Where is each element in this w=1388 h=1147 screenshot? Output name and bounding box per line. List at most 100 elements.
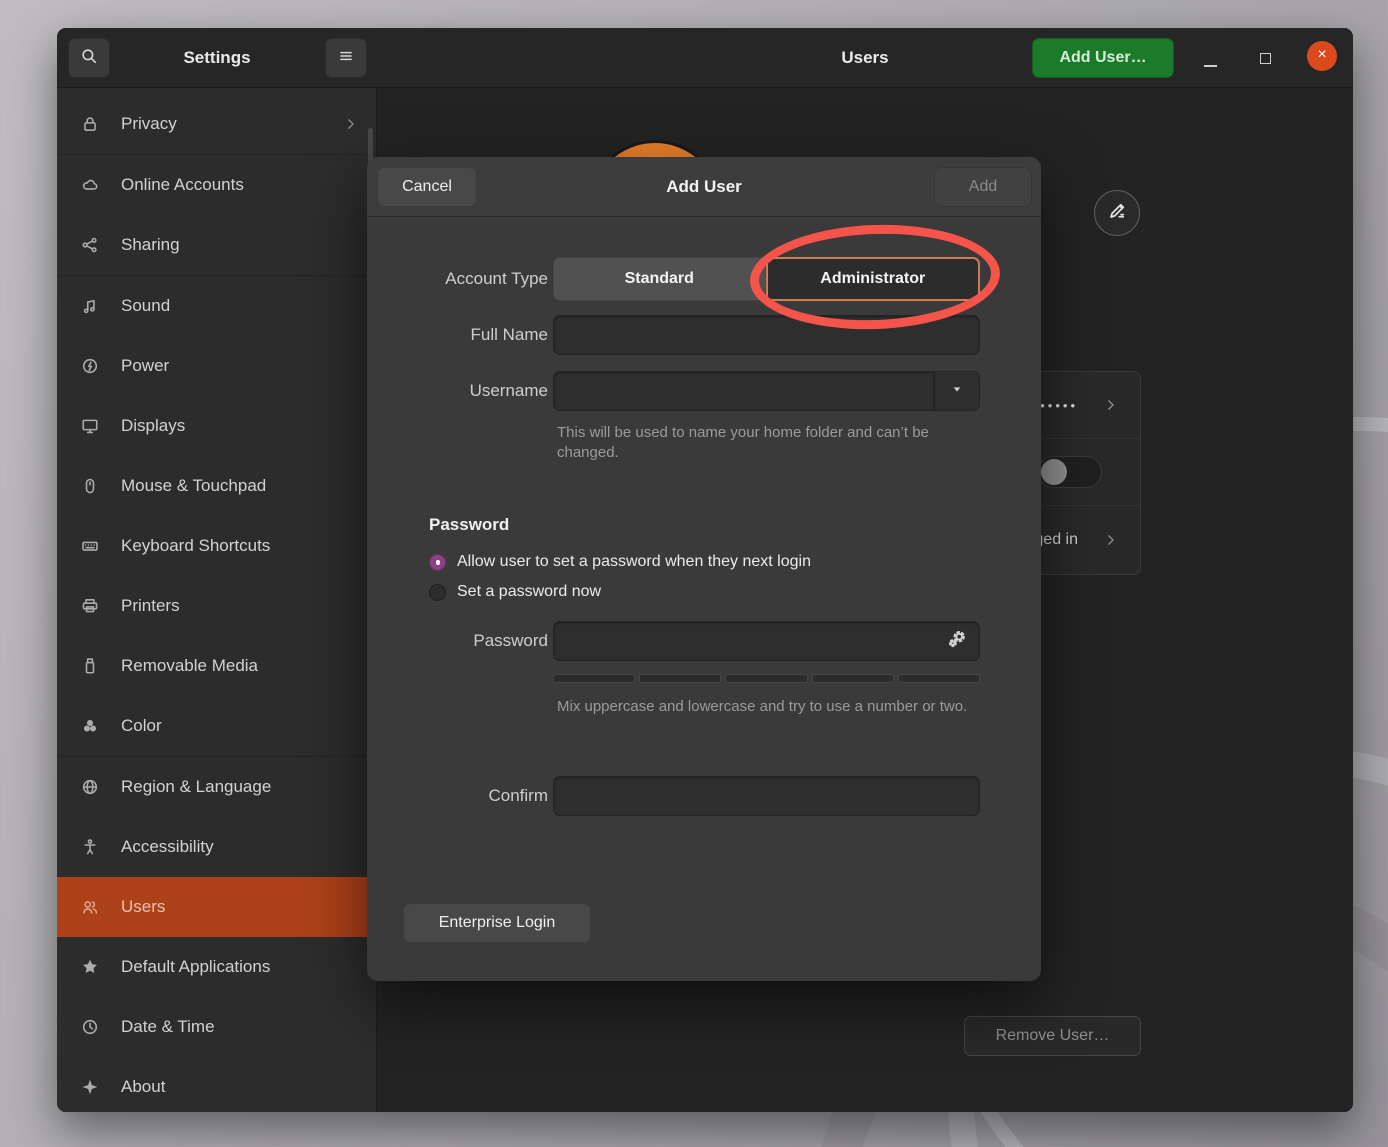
dropdown-arrow-icon bbox=[950, 382, 964, 401]
maximize-button[interactable] bbox=[1260, 53, 1271, 64]
sidebar-item-removable-media[interactable]: Removable Media bbox=[57, 636, 376, 696]
toggle-knob bbox=[1041, 459, 1067, 485]
username-field[interactable] bbox=[553, 371, 934, 411]
page-title: Users bbox=[377, 28, 1353, 88]
sidebar: Privacy Online Accounts Sharing Sound Power D… bbox=[57, 88, 377, 1112]
radio-set-password-now[interactable]: Set a password now bbox=[429, 583, 601, 601]
headerbar: Settings Users Add User… × bbox=[57, 28, 1353, 88]
strength-segment bbox=[639, 674, 721, 683]
username-dropdown-button[interactable] bbox=[934, 371, 980, 411]
confirm-label: Confirm bbox=[367, 776, 548, 816]
toggle-switch[interactable] bbox=[1038, 456, 1102, 488]
accessibility-icon bbox=[81, 838, 99, 856]
confirm-field[interactable] bbox=[553, 776, 980, 816]
generate-password-button[interactable] bbox=[943, 627, 971, 655]
sidebar-item-keyboard-shortcuts[interactable]: Keyboard Shortcuts bbox=[57, 516, 376, 576]
edit-avatar-button[interactable] bbox=[1094, 190, 1140, 236]
sidebar-item-label: Privacy bbox=[121, 114, 322, 134]
sidebar-item-color[interactable]: Color bbox=[57, 696, 376, 756]
chevron-right-icon bbox=[1104, 533, 1118, 547]
sidebar-item-label: Color bbox=[121, 716, 358, 736]
gears-icon bbox=[946, 628, 968, 655]
clock-icon bbox=[81, 1018, 99, 1036]
chevron-right-icon bbox=[344, 117, 358, 131]
radio-next-login[interactable]: Allow user to set a password when they n… bbox=[429, 553, 811, 571]
color-icon bbox=[81, 717, 99, 735]
hamburger-icon bbox=[337, 47, 355, 70]
sidebar-item-label: About bbox=[121, 1077, 358, 1097]
display-icon bbox=[81, 417, 99, 435]
users-icon bbox=[81, 898, 99, 916]
sidebar-item-label: Printers bbox=[121, 596, 358, 616]
sidebar-item-label: Users bbox=[121, 897, 358, 917]
sidebar-item-date-time[interactable]: Date & Time bbox=[57, 997, 376, 1057]
full-name-field[interactable] bbox=[553, 315, 980, 355]
usb-icon bbox=[81, 657, 99, 675]
sidebar-item-displays[interactable]: Displays bbox=[57, 396, 376, 456]
sidebar-item-label: Power bbox=[121, 356, 358, 376]
radio-selected-icon bbox=[429, 554, 446, 571]
full-name-label: Full Name bbox=[367, 315, 548, 355]
globe-icon bbox=[81, 778, 99, 796]
sidebar-item-label: Mouse & Touchpad bbox=[121, 476, 358, 496]
note-icon bbox=[81, 297, 99, 315]
add-user-button[interactable]: Add User… bbox=[1032, 38, 1174, 78]
password-dots: ••••• bbox=[1040, 398, 1078, 413]
lock-icon bbox=[81, 115, 99, 133]
standard-option[interactable]: Standard bbox=[553, 257, 766, 301]
sidebar-item-accessibility[interactable]: Accessibility bbox=[57, 817, 376, 877]
sidebar-item-mouse-touchpad[interactable]: Mouse & Touchpad bbox=[57, 456, 376, 516]
account-type-segmented-control: Standard Administrator bbox=[553, 257, 980, 301]
sidebar-item-about[interactable]: About bbox=[57, 1057, 376, 1112]
settings-window: Settings Users Add User… × Privacy Online… bbox=[57, 28, 1353, 1112]
chevron-right-icon bbox=[1104, 398, 1118, 412]
cloud-icon bbox=[81, 176, 99, 194]
password-hint: Mix uppercase and lowercase and try to u… bbox=[557, 697, 969, 717]
password-strength-meter bbox=[553, 674, 980, 683]
sidebar-item-power[interactable]: Power bbox=[57, 336, 376, 396]
radio-set-now-label: Set a password now bbox=[457, 583, 601, 601]
strength-segment bbox=[812, 674, 894, 683]
username-combo bbox=[553, 371, 980, 411]
administrator-option[interactable]: Administrator bbox=[766, 257, 981, 301]
sidebar-item-label: Accessibility bbox=[121, 837, 358, 857]
password-field[interactable] bbox=[553, 621, 980, 661]
sidebar-item-users[interactable]: Users bbox=[57, 877, 376, 937]
sidebar-item-label: Date & Time bbox=[121, 1017, 358, 1037]
enterprise-login-button[interactable]: Enterprise Login bbox=[403, 903, 591, 943]
pencil-icon bbox=[1107, 201, 1127, 226]
sidebar-item-printers[interactable]: Printers bbox=[57, 576, 376, 636]
radio-unselected-icon bbox=[429, 584, 446, 601]
sidebar-item-region-language[interactable]: Region & Language bbox=[57, 757, 376, 817]
printer-icon bbox=[81, 597, 99, 615]
username-hint: This will be used to name your home fold… bbox=[557, 423, 969, 463]
power-icon bbox=[81, 357, 99, 375]
password-label: Password bbox=[367, 621, 548, 661]
account-type-label: Account Type bbox=[367, 257, 548, 301]
sidebar-item-label: Sharing bbox=[121, 235, 358, 255]
cancel-button[interactable]: Cancel bbox=[377, 167, 477, 207]
sidebar-item-sound[interactable]: Sound bbox=[57, 276, 376, 336]
add-button[interactable]: Add bbox=[934, 167, 1032, 207]
sidebar-item-label: Displays bbox=[121, 416, 358, 436]
sidebar-item-online-accounts[interactable]: Online Accounts bbox=[57, 155, 376, 215]
username-label: Username bbox=[367, 371, 548, 411]
radio-next-login-label: Allow user to set a password when they n… bbox=[457, 553, 811, 571]
password-section-heading: Password bbox=[429, 515, 509, 535]
remove-user-button[interactable]: Remove User… bbox=[964, 1016, 1141, 1056]
strength-segment bbox=[553, 674, 635, 683]
sidebar-item-label: Keyboard Shortcuts bbox=[121, 536, 358, 556]
sidebar-item-label: Region & Language bbox=[121, 777, 358, 797]
hamburger-menu-button[interactable] bbox=[325, 38, 367, 78]
sidebar-item-label: Sound bbox=[121, 296, 358, 316]
sidebar-item-label: Removable Media bbox=[121, 656, 358, 676]
sidebar-item-label: Default Applications bbox=[121, 957, 358, 977]
sidebar-item-default-applications[interactable]: Default Applications bbox=[57, 937, 376, 997]
keyboard-icon bbox=[81, 537, 99, 555]
minimize-button[interactable] bbox=[1204, 65, 1217, 67]
sidebar-item-sharing[interactable]: Sharing bbox=[57, 215, 376, 275]
strength-segment bbox=[725, 674, 807, 683]
close-button[interactable]: × bbox=[1307, 41, 1337, 71]
strength-segment bbox=[898, 674, 980, 683]
sidebar-item-privacy[interactable]: Privacy bbox=[57, 94, 376, 154]
